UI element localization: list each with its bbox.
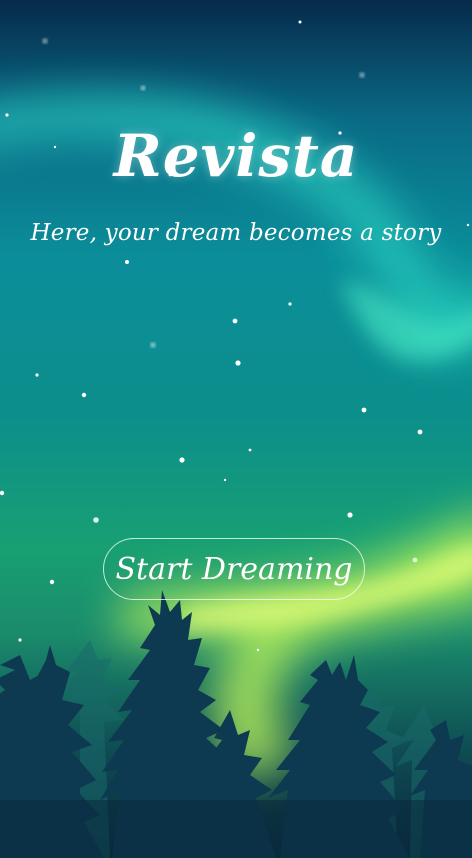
star-icon bbox=[359, 72, 365, 78]
splash-screen: Revista Here, your dream becomes a story… bbox=[0, 0, 472, 858]
star-icon bbox=[18, 638, 22, 642]
star-icon bbox=[150, 342, 156, 348]
app-title: Revista bbox=[113, 122, 359, 190]
star-icon bbox=[235, 360, 241, 366]
star-icon bbox=[248, 448, 252, 452]
star-icon bbox=[140, 85, 146, 91]
star-icon bbox=[0, 490, 5, 496]
star-icon bbox=[256, 648, 260, 652]
star-icon bbox=[49, 579, 55, 585]
star-icon bbox=[5, 113, 9, 117]
star-icon bbox=[412, 557, 418, 563]
star-icon bbox=[125, 260, 129, 264]
star-icon bbox=[93, 517, 99, 523]
star-icon bbox=[347, 512, 353, 518]
start-dreaming-button[interactable]: Start Dreaming bbox=[103, 538, 365, 600]
star-icon bbox=[232, 318, 238, 324]
star-icon bbox=[42, 38, 48, 44]
star-icon bbox=[81, 392, 87, 398]
star-icon bbox=[361, 407, 367, 413]
star-icon bbox=[179, 457, 185, 463]
star-icon bbox=[288, 302, 292, 306]
star-icon bbox=[223, 478, 227, 482]
star-icon bbox=[417, 429, 423, 435]
star-icon bbox=[35, 373, 39, 377]
star-icon bbox=[298, 20, 302, 24]
app-tagline: Here, your dream becomes a story bbox=[30, 220, 442, 246]
